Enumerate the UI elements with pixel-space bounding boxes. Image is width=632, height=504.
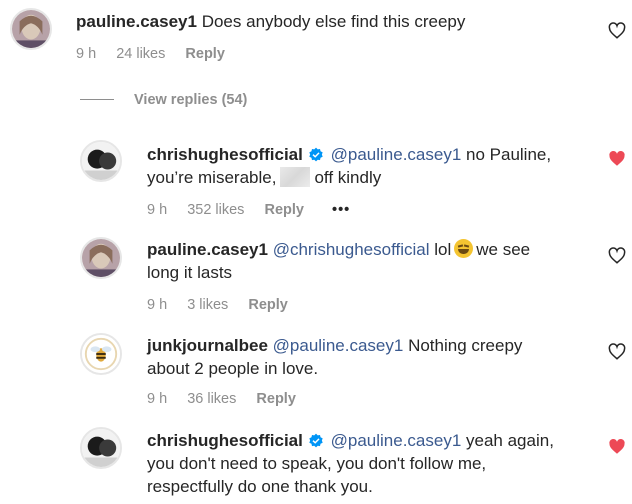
divider-line <box>80 99 114 100</box>
comment-text: pauline.casey1 @chrishughesofficial lol w… <box>147 238 587 284</box>
comment-time: 9 h <box>147 297 168 313</box>
avatar[interactable] <box>80 140 122 182</box>
view-replies-button[interactable]: View replies (54) <box>80 92 247 108</box>
comment-username[interactable]: chrishughesofficial <box>147 145 303 164</box>
avatar[interactable] <box>80 427 122 469</box>
comment-meta: 9 h 36 likes Reply <box>147 391 312 407</box>
comment-likes[interactable]: 36 likes <box>187 391 236 407</box>
comment-username[interactable]: pauline.casey1 <box>147 240 268 259</box>
grimacing-face-icon <box>454 239 474 258</box>
more-options-icon[interactable]: ••• <box>332 202 350 218</box>
comment-likes[interactable]: 352 likes <box>187 202 244 218</box>
avatar[interactable] <box>10 8 52 50</box>
mention-link[interactable]: @pauline.casey1 <box>273 336 404 355</box>
comment-body: no Pauline, <box>466 145 552 164</box>
comment-body: you don't need to speak, you don't follo… <box>147 454 487 473</box>
reply-button[interactable]: Reply <box>264 202 304 218</box>
comment-text: pauline.casey1 Does anybody else find th… <box>76 10 465 33</box>
comment-time: 9 h <box>76 46 97 62</box>
comment-meta: 9 h 24 likes Reply <box>76 46 241 62</box>
avatar[interactable] <box>80 237 122 279</box>
comment-time: 9 h <box>147 391 168 407</box>
censored-word <box>280 167 311 187</box>
mention-link[interactable]: @pauline.casey1 <box>331 431 462 450</box>
heart-outline-icon[interactable] <box>608 343 626 361</box>
verified-badge-icon <box>309 433 323 448</box>
comment-body: off kindly <box>314 168 382 187</box>
comment-body: Does anybody else find this creepy <box>201 12 466 31</box>
comment-likes[interactable]: 24 likes <box>116 46 165 62</box>
mention-link[interactable]: @chrishughesofficial <box>273 240 430 259</box>
comment-username[interactable]: junkjournalbee <box>147 336 268 355</box>
comment-body: long it lasts <box>147 263 233 282</box>
comment-username[interactable]: chrishughesofficial <box>147 431 303 450</box>
heart-filled-icon[interactable] <box>608 438 626 456</box>
heart-outline-icon[interactable] <box>608 22 626 40</box>
comment-text: chrishughesofficial @pauline.casey1 no P… <box>147 143 587 189</box>
comment-username[interactable]: pauline.casey1 <box>76 12 197 31</box>
comment-body: Nothing creepy <box>408 336 523 355</box>
comment-likes[interactable]: 3 likes <box>187 297 228 313</box>
comment-meta: 9 h 352 likes Reply ••• <box>147 202 366 218</box>
comment-body: yeah again, <box>466 431 554 450</box>
heart-filled-icon[interactable] <box>608 150 626 168</box>
reply-button[interactable]: Reply <box>256 391 296 407</box>
mention-link[interactable]: @pauline.casey1 <box>331 145 462 164</box>
reply-button[interactable]: Reply <box>185 46 225 62</box>
comment-body: we see <box>476 240 531 259</box>
comment-text: chrishughesofficial @pauline.casey1 yeah… <box>147 429 607 498</box>
comment-body: about 2 people in love. <box>147 359 319 378</box>
comment-body: lol <box>434 240 452 259</box>
comment-text: junkjournalbee @pauline.casey1 Nothing c… <box>147 334 587 380</box>
reply-button[interactable]: Reply <box>248 297 288 313</box>
avatar[interactable] <box>80 333 122 375</box>
comment-meta: 9 h 3 likes Reply <box>147 297 304 313</box>
comment-time: 9 h <box>147 202 168 218</box>
view-replies-label[interactable]: View replies (54) <box>134 92 247 108</box>
heart-outline-icon[interactable] <box>608 247 626 265</box>
verified-badge-icon <box>309 147 323 162</box>
comment-body: you’re miserable, <box>147 168 277 187</box>
comment-body: respectfully do one thank you. <box>147 477 373 496</box>
